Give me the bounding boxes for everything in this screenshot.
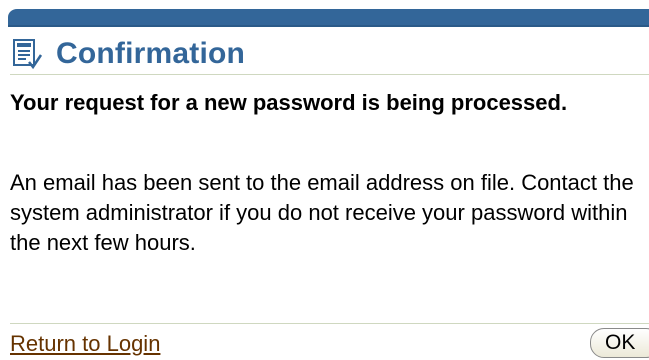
page-title: Confirmation	[56, 37, 246, 70]
header-divider	[10, 74, 649, 75]
confirmation-page: Confirmation Your request for a new pass…	[0, 0, 649, 360]
confirmation-message: An email has been sent to the email addr…	[10, 170, 634, 255]
ok-button[interactable]: OK	[590, 328, 649, 358]
page-header: Confirmation	[10, 36, 245, 72]
brand-bar	[8, 9, 649, 27]
return-to-login-link[interactable]: Return to Login	[10, 331, 160, 357]
footer-divider	[10, 323, 649, 324]
confirmation-heading: Your request for a new password is being…	[10, 90, 568, 115]
confirmation-document-icon	[10, 37, 44, 71]
